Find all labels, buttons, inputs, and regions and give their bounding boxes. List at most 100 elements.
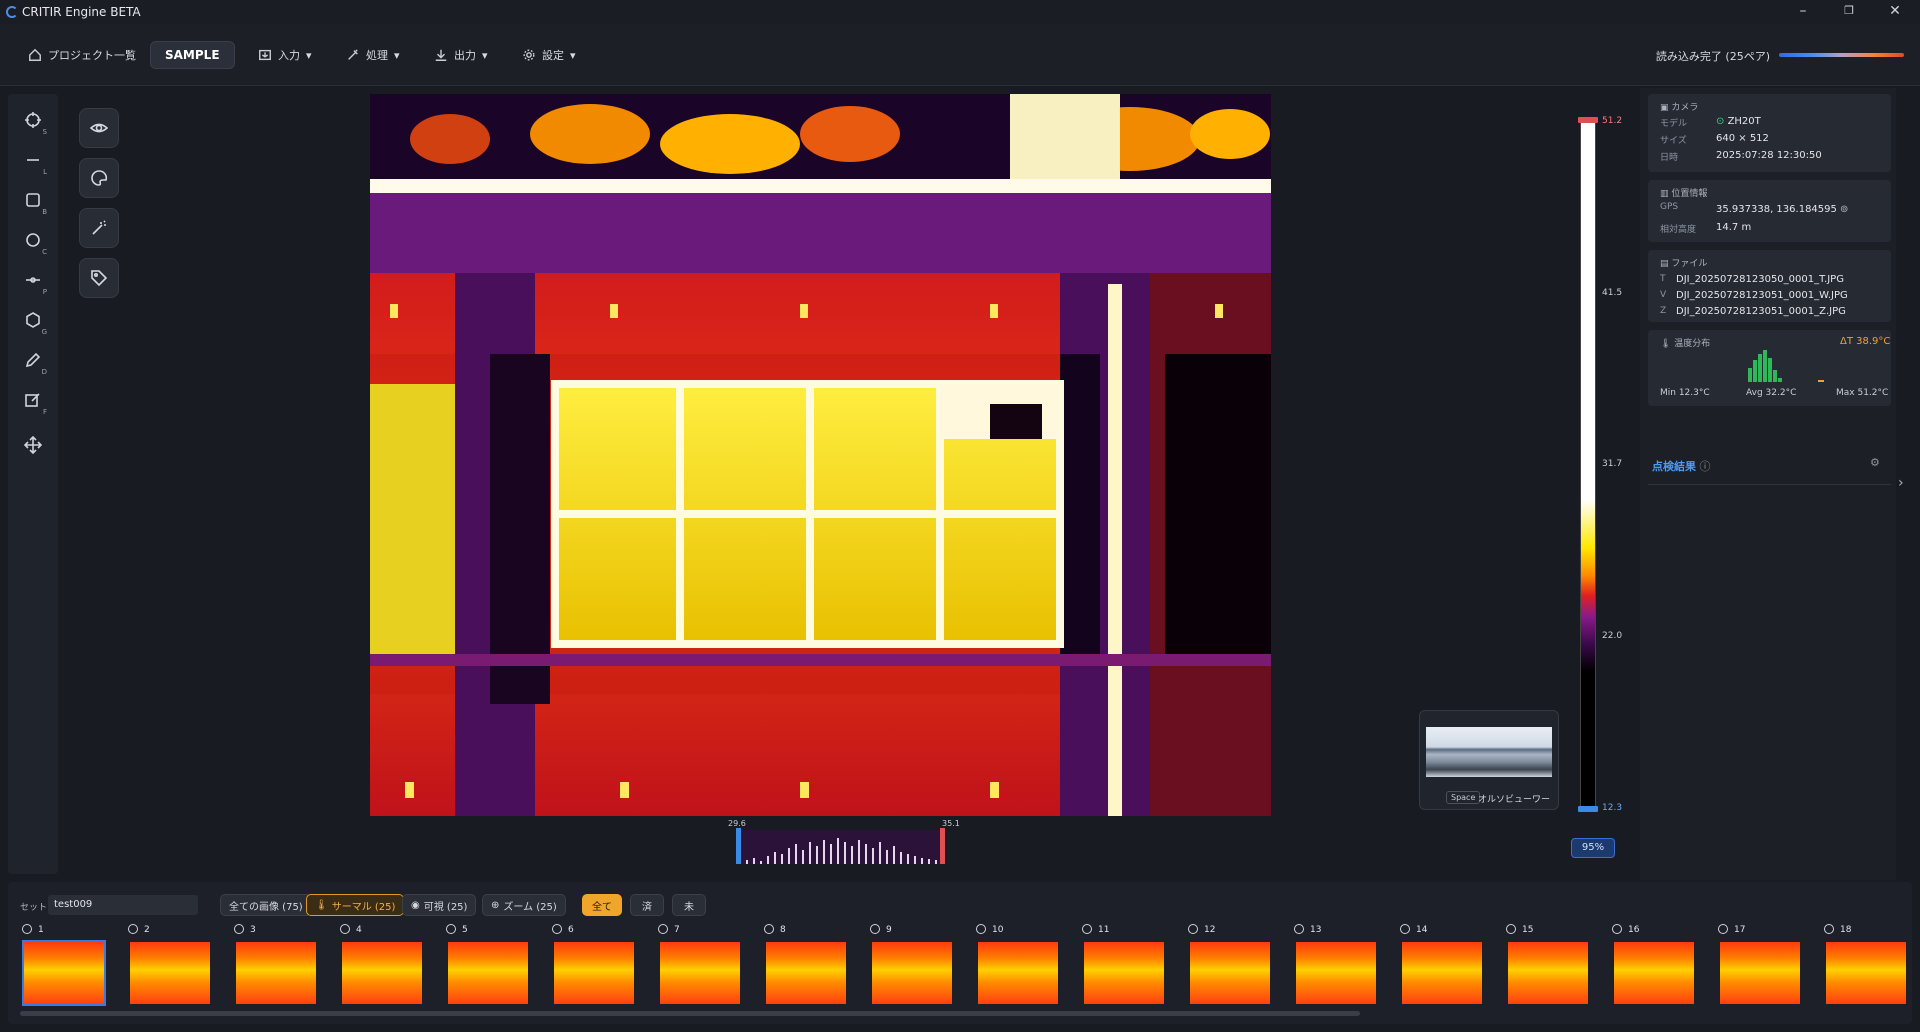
filter-all-images[interactable]: 全ての画像 (75) <box>220 894 312 916</box>
histogram-chart <box>736 828 945 864</box>
thumbnail-item[interactable]: 1 <box>22 924 106 1006</box>
auto-enhance-button[interactable] <box>79 208 119 248</box>
select-radio[interactable] <box>340 924 350 934</box>
range-low-handle[interactable] <box>736 828 741 864</box>
input-menu[interactable]: 入力 ▾ <box>250 41 320 69</box>
results-settings-icon[interactable]: ⚙ <box>1870 456 1880 469</box>
settings-menu[interactable]: 設定 ▾ <box>514 41 584 69</box>
restore-icon[interactable]: ❐ <box>1826 0 1872 24</box>
app-window: CRITIR Engine BETA – ❐ ✕ プロジェクト一覧 SAMPLE… <box>0 0 1920 1032</box>
histogram-bar <box>865 844 867 864</box>
histogram-bar <box>746 860 748 864</box>
help-icon[interactable]: ⓘ <box>1696 460 1710 473</box>
status-undone-button[interactable]: 未 <box>672 894 706 916</box>
thumbnail-item[interactable]: 6 <box>552 924 634 1004</box>
select-radio[interactable] <box>234 924 244 934</box>
select-radio[interactable] <box>446 924 456 934</box>
line-tool[interactable]: L <box>17 144 49 176</box>
range-high-handle[interactable] <box>940 828 945 864</box>
status-done-button[interactable]: 済 <box>630 894 664 916</box>
colorbar-max-marker[interactable] <box>1578 117 1598 123</box>
histogram-bar <box>774 852 776 864</box>
minimize-icon[interactable]: – <box>1780 0 1826 24</box>
title-bar: CRITIR Engine BETA – ❐ ✕ <box>0 0 1920 24</box>
thumbnail-item[interactable]: 9 <box>870 924 952 1004</box>
filter-visible[interactable]: ◉ 可視 (25) <box>402 894 477 916</box>
thermal-filename: DJI_20250728123050_0001_T.JPG <box>1676 274 1844 285</box>
box-tool[interactable]: B <box>17 184 49 216</box>
thumbnail-item[interactable]: 2 <box>128 924 210 1004</box>
thermal-image[interactable] <box>370 94 1271 816</box>
tag-button[interactable] <box>79 258 119 298</box>
histogram-bar <box>802 850 804 864</box>
histogram-bar <box>837 838 839 864</box>
thumbnail-item[interactable]: 18 <box>1824 924 1906 1004</box>
ortho-viewer-preview[interactable]: Space オルソビューワー <box>1419 710 1559 810</box>
palette-button[interactable] <box>79 158 119 198</box>
select-radio[interactable] <box>976 924 986 934</box>
inspection-results-link[interactable]: 点検結果 ⓘ <box>1652 458 1711 474</box>
select-tool[interactable]: S <box>17 104 49 136</box>
polygon-tool[interactable]: G <box>17 304 49 336</box>
output-menu[interactable]: 出力 ▾ <box>426 41 496 69</box>
select-radio[interactable] <box>22 924 32 934</box>
select-radio[interactable] <box>552 924 562 934</box>
thumbnail-item[interactable]: 16 <box>1612 924 1694 1004</box>
visible-filename: DJI_20250728123051_0001_W.JPG <box>1676 290 1848 301</box>
thumbnail-item[interactable]: 5 <box>446 924 528 1004</box>
thumbnail-item[interactable]: 8 <box>764 924 846 1004</box>
move-tool[interactable] <box>17 429 49 461</box>
projects-button[interactable]: プロジェクト一覧 <box>20 41 144 69</box>
circle-tool[interactable]: C <box>17 224 49 256</box>
set-name-input[interactable]: test009 <box>48 895 198 915</box>
point-tool[interactable]: P <box>17 264 49 296</box>
status-all-button[interactable]: 全て <box>582 894 622 916</box>
process-menu[interactable]: 処理 ▾ <box>338 41 408 69</box>
range-low-label: 29.6 <box>728 819 746 828</box>
thumbnail-item[interactable]: 11 <box>1082 924 1164 1004</box>
filter-zoom[interactable]: ⊕ ズーム (25) <box>482 894 566 916</box>
select-radio[interactable] <box>658 924 668 934</box>
histogram-bar <box>879 842 881 864</box>
select-radio[interactable] <box>1294 924 1304 934</box>
close-icon[interactable]: ✕ <box>1872 0 1918 24</box>
thumbnail-item[interactable]: 13 <box>1294 924 1376 1004</box>
sample-project-button[interactable]: SAMPLE <box>150 41 235 69</box>
select-radio[interactable] <box>1824 924 1834 934</box>
select-radio[interactable] <box>764 924 774 934</box>
thumbnail-item[interactable]: 14 <box>1400 924 1482 1004</box>
thumbnail-item[interactable]: 3 <box>234 924 316 1004</box>
visibility-button[interactable] <box>79 108 119 148</box>
location-pin-icon[interactable]: ⊚ <box>1837 204 1848 215</box>
tool-shortcut: F <box>42 408 47 416</box>
colorbar-min-marker[interactable] <box>1578 806 1598 812</box>
histogram-bar <box>921 858 923 864</box>
zoom-level-badge[interactable]: 95% <box>1571 838 1615 858</box>
thumbnail-item[interactable]: 10 <box>976 924 1058 1004</box>
select-radio[interactable] <box>1400 924 1410 934</box>
select-radio[interactable] <box>128 924 138 934</box>
select-radio[interactable] <box>870 924 880 934</box>
thumbnail-item[interactable]: 17 <box>1718 924 1800 1004</box>
thumbnail-item[interactable]: 7 <box>658 924 740 1004</box>
draw-tool[interactable]: D <box>17 344 49 376</box>
tool-shortcut: P <box>42 288 47 296</box>
move-icon <box>24 436 42 454</box>
select-radio[interactable] <box>1506 924 1516 934</box>
select-radio[interactable] <box>1718 924 1728 934</box>
thermometer-icon: 🌡 <box>1660 339 1675 349</box>
histogram-bar <box>760 861 762 864</box>
edit-tool[interactable]: F <box>17 384 49 416</box>
thumbnail-item[interactable]: 15 <box>1506 924 1588 1004</box>
select-radio[interactable] <box>1188 924 1198 934</box>
temperature-range-histogram[interactable]: 29.6 35.1 <box>718 819 960 866</box>
thumbnail-image <box>766 942 846 1004</box>
filter-thermal[interactable]: 🌡 サーマル (25) <box>306 894 405 916</box>
thumbnail-item[interactable]: 4 <box>340 924 422 1004</box>
chevron-right-icon[interactable]: › <box>1898 475 1904 491</box>
thumbnail-item[interactable]: 12 <box>1188 924 1270 1004</box>
crosshair-icon <box>25 112 41 128</box>
select-radio[interactable] <box>1612 924 1622 934</box>
thumbnail-scrollbar[interactable] <box>20 1011 1360 1016</box>
select-radio[interactable] <box>1082 924 1092 934</box>
